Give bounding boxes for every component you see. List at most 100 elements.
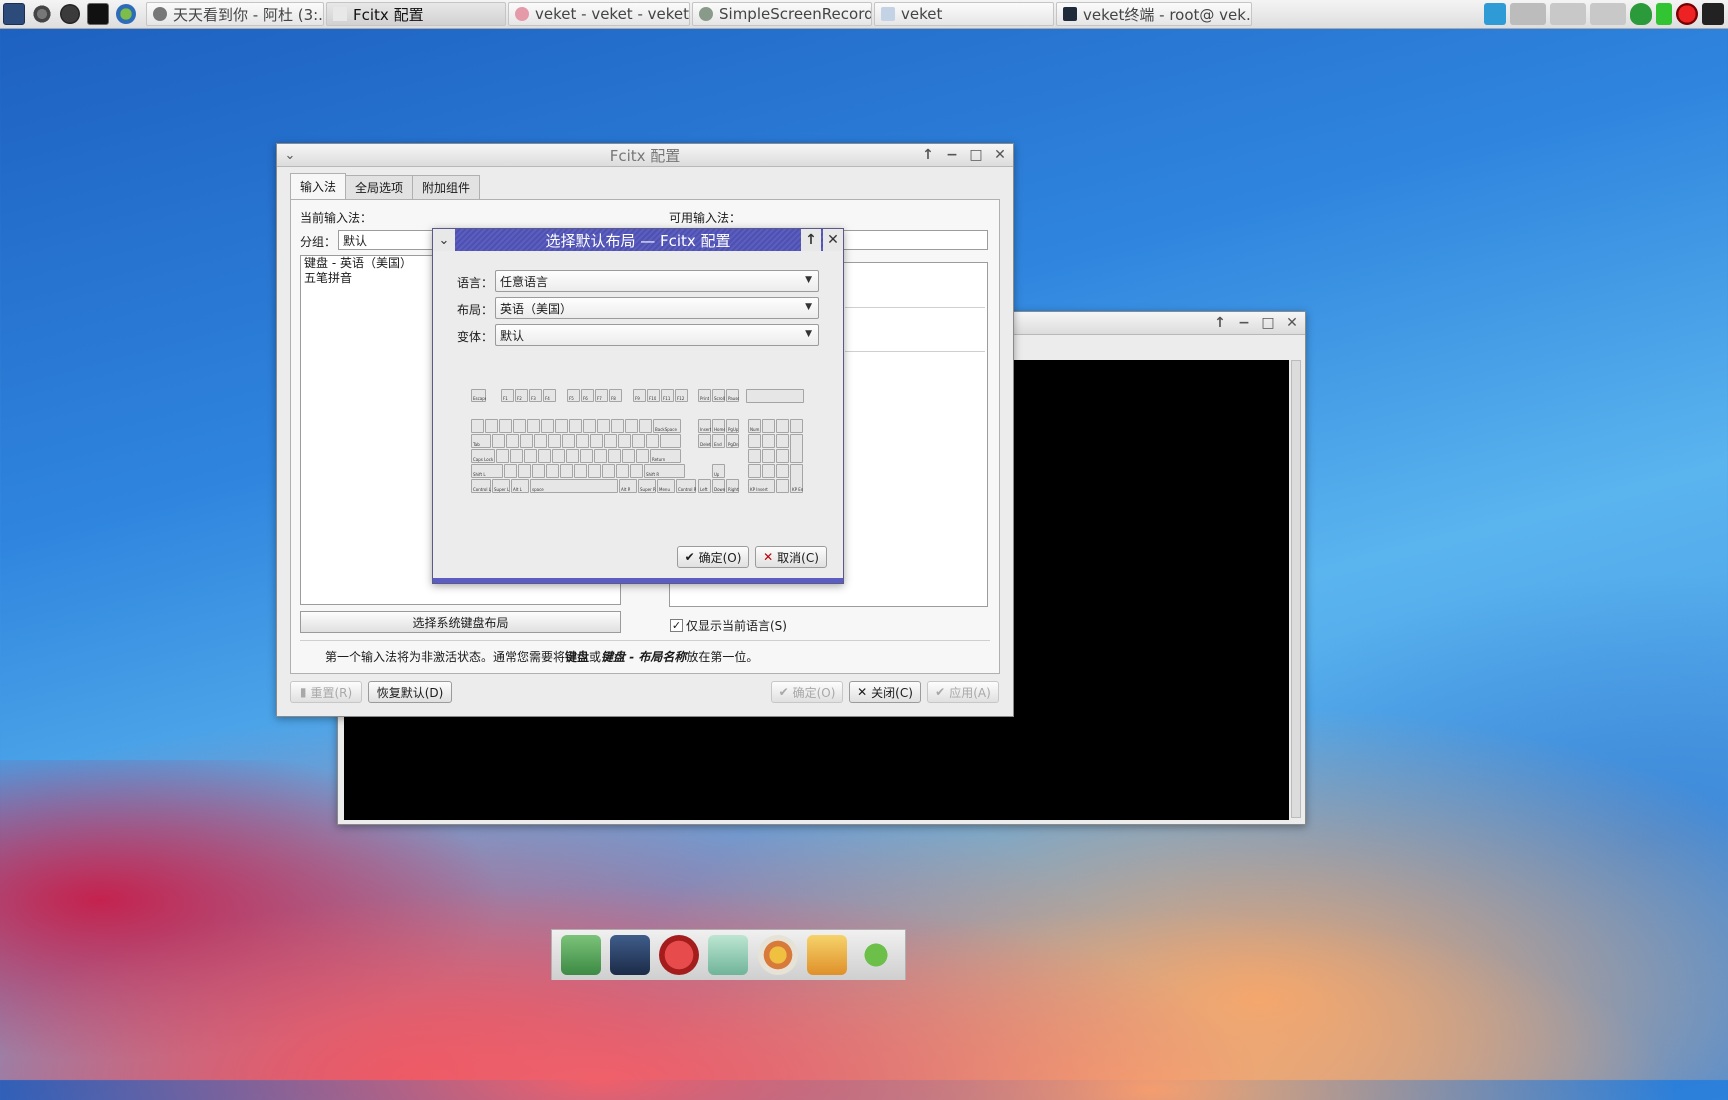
key-char — [566, 449, 579, 463]
editor-icon[interactable] — [708, 935, 749, 975]
media-icon[interactable] — [807, 935, 848, 975]
file-manager-icon[interactable] — [560, 935, 601, 975]
keyboard-icon[interactable] — [1702, 3, 1724, 25]
variant-combo[interactable]: 默认 ▼ — [495, 324, 819, 346]
hint-suffix: 放在第一位。 — [686, 650, 759, 664]
key-char — [625, 419, 638, 433]
select-system-layout-button[interactable]: 选择系统键盘布局 — [300, 611, 621, 633]
close-icon[interactable]: ✕ — [1283, 313, 1301, 332]
task-label: veket终端 - root@ vek... — [1083, 5, 1252, 24]
minimize-icon[interactable]: − — [1235, 313, 1253, 332]
x-icon: ✕ — [857, 685, 868, 699]
launcher-browser[interactable] — [112, 1, 140, 27]
language-combo[interactable]: 任意语言 ▼ — [495, 270, 819, 292]
terminal-icon — [87, 3, 109, 25]
key-print: Print — [698, 389, 711, 402]
language-label: 语言： — [457, 276, 494, 290]
desktop-switch-icon[interactable] — [1510, 3, 1546, 25]
key-char — [569, 419, 582, 433]
key-char — [588, 464, 601, 478]
reset-button[interactable]: ▮ 重置(R) — [290, 681, 362, 703]
launcher-system-monitor[interactable] — [0, 1, 28, 27]
task-terminal[interactable]: veket终端 - root@ vek... — [1056, 2, 1252, 26]
desktop-blank-icon[interactable] — [1550, 3, 1586, 25]
minimize-icon[interactable]: − — [943, 145, 961, 164]
terminal-scrollbar[interactable] — [1291, 360, 1301, 818]
only-current-language-checkbox[interactable]: ✓ — [670, 619, 683, 632]
shield-icon[interactable] — [1630, 3, 1652, 25]
restore-defaults-button[interactable]: 恢复默认(D) — [368, 681, 452, 703]
pin-icon[interactable]: ↑ — [919, 145, 937, 164]
pin-icon[interactable]: ↑ — [1211, 313, 1229, 332]
key-kp — [762, 464, 775, 478]
window-menu-icon[interactable]: ⌄ — [281, 146, 299, 164]
task-fcitx[interactable]: Fcitx 配置 — [326, 2, 506, 26]
layout-combo[interactable]: 英语（美国） ▼ — [495, 297, 819, 319]
task-folder[interactable]: veket — [874, 2, 1054, 26]
tab-bar: 输入法 全局选项 附加组件 — [290, 173, 481, 199]
pin-icon[interactable]: ↑ — [801, 229, 821, 251]
tab-addons[interactable]: 附加组件 — [412, 175, 481, 199]
key-label: Alt R — [621, 487, 631, 492]
key-shift-right: Shift R — [644, 464, 685, 478]
available-im-label: 可用输入法： — [669, 211, 742, 225]
divider — [300, 640, 990, 641]
launcher-settings[interactable] — [28, 1, 56, 27]
key-kp-insert: KP Insert — [748, 479, 775, 493]
system-tray — [1480, 3, 1728, 25]
dialog-titlebar[interactable]: ⌄ 选择默认布局 — Fcitx 配置 ↑ ✕ — [433, 229, 843, 251]
system-monitor-icon — [3, 3, 25, 25]
key-kp — [748, 449, 761, 463]
key-kp — [762, 434, 775, 448]
key-super-right: Super R — [638, 479, 656, 493]
key-label: Shift L — [473, 472, 486, 477]
key-kp — [776, 464, 789, 478]
task-web[interactable]: veket - veket - veket ... — [508, 2, 690, 26]
battery-icon[interactable] — [1656, 3, 1672, 25]
maximize-icon[interactable]: □ — [1259, 313, 1277, 332]
key-space: space — [530, 479, 618, 493]
tab-global-options[interactable]: 全局选项 — [345, 175, 414, 199]
key-char — [583, 419, 596, 433]
monitor-icon[interactable] — [609, 935, 650, 975]
key-f: F8 — [609, 389, 622, 402]
game-icon[interactable] — [659, 935, 700, 975]
hint-bold-keyboard: 键盘 — [565, 650, 590, 664]
apply-button[interactable]: ✔ 应用(A) — [927, 681, 999, 703]
launcher-terminal[interactable] — [84, 1, 112, 27]
dialog-ok-button[interactable]: ✔ 确定(O) — [677, 546, 749, 568]
launcher-play[interactable] — [56, 1, 84, 27]
task-recorder[interactable]: SimpleScreenRecorder — [692, 2, 872, 26]
browser-icon — [116, 4, 136, 24]
paint-icon[interactable] — [757, 935, 798, 975]
key-control-right: Control R — [676, 479, 696, 493]
maximize-icon[interactable]: □ — [967, 145, 985, 164]
close-button[interactable]: ✕ 关闭(C) — [849, 681, 921, 703]
network-icon[interactable] — [1484, 3, 1506, 25]
hint-text: 第一个输入法将为非激活状态。通常您需要将键盘或键盘 - 布局名称放在第一位。 — [325, 648, 758, 665]
fcitx-titlebar[interactable]: ⌄ Fcitx 配置 ↑ − □ ✕ — [277, 144, 1013, 167]
help-icon[interactable] — [856, 935, 897, 975]
task-music[interactable]: 天天看到你 - 阿杜 (3:... — [146, 2, 324, 26]
ok-button[interactable]: ✔ 确定(O) — [771, 681, 843, 703]
dialog-title: 选择默认布局 — Fcitx 配置 — [545, 231, 731, 250]
close-icon[interactable]: ✕ — [991, 145, 1009, 164]
key-f: F4 — [543, 389, 556, 402]
key-home: Home — [712, 419, 725, 433]
key-label: Insert — [700, 427, 711, 432]
available-search-input[interactable] — [836, 230, 988, 250]
key-label: F1 — [503, 396, 508, 401]
tab-input-method[interactable]: 输入法 — [290, 173, 347, 199]
record-dot-icon[interactable] — [1676, 3, 1698, 25]
key-char — [518, 464, 531, 478]
button-label: 重置(R) — [310, 685, 353, 700]
key-up: Up — [712, 464, 725, 478]
dialog-cancel-button[interactable]: ✕ 取消(C) — [755, 546, 827, 568]
desktop-blank2-icon[interactable] — [1590, 3, 1626, 25]
task-label: Fcitx 配置 — [353, 5, 424, 24]
close-icon[interactable]: ✕ — [823, 229, 843, 251]
key-label: Control L — [473, 487, 491, 492]
window-menu-icon[interactable]: ⌄ — [433, 229, 455, 251]
key-label: Alt L — [513, 487, 522, 492]
key-char — [646, 434, 659, 448]
